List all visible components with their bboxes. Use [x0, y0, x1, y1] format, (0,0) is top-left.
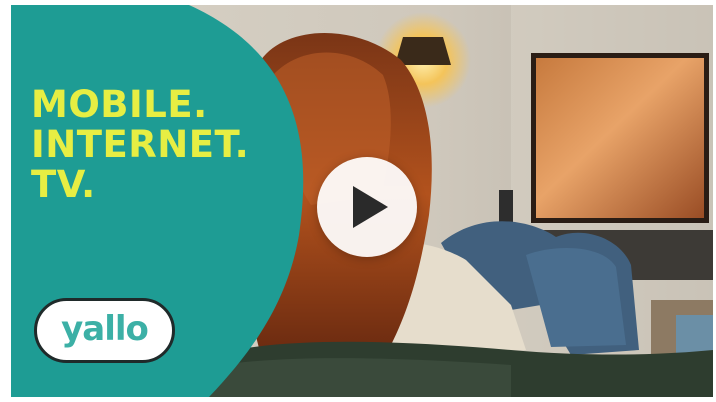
- video-thumbnail[interactable]: MOBILE. INTERNET. TV. yallo: [11, 5, 713, 397]
- headline-line-mobile: MOBILE.: [31, 83, 208, 126]
- headline-line-tv: TV.: [31, 163, 96, 206]
- brand-logo: yallo: [34, 298, 175, 363]
- brand-logo-text: yallo: [61, 308, 149, 349]
- play-button[interactable]: [317, 157, 417, 257]
- headline: MOBILE. INTERNET. TV.: [31, 85, 249, 205]
- play-icon: [353, 186, 388, 228]
- headline-line-internet: INTERNET.: [31, 123, 250, 166]
